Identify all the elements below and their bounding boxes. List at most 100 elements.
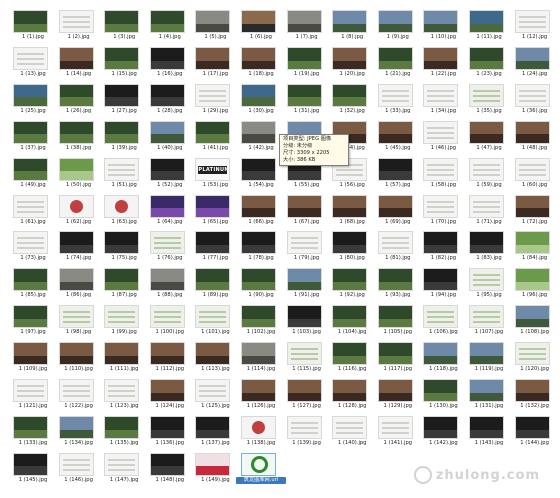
image-file-tile[interactable]: 1 (102).jpg [240, 305, 284, 339]
image-file-tile[interactable]: 1 (132).jpg [514, 379, 558, 413]
image-file-tile[interactable]: 1 (130).jpg [422, 379, 466, 413]
image-file-tile[interactable]: 1 (16).jpg [149, 46, 193, 81]
image-file-tile[interactable]: 1 (135).jpg [103, 415, 147, 450]
image-file-tile[interactable]: 1 (23).jpg [468, 46, 512, 81]
image-file-tile[interactable]: 1 (120).jpg [514, 342, 558, 376]
image-file-tile[interactable]: 1 (28).jpg [149, 83, 193, 118]
image-file-tile[interactable]: 1 (72).jpg [514, 194, 558, 229]
image-file-tile[interactable]: 1 (30).jpg [240, 83, 284, 118]
image-file-tile[interactable]: 1 (8).jpg [331, 10, 375, 44]
image-file-tile[interactable]: 1 (96).jpg [514, 268, 558, 302]
image-file-tile[interactable]: 1 (113).jpg [194, 342, 238, 376]
image-file-tile[interactable]: 1 (58).jpg [422, 157, 466, 192]
image-file-tile[interactable]: 1 (63).jpg [103, 194, 147, 229]
image-file-tile[interactable]: 1 (73).jpg [12, 231, 56, 265]
image-file-tile[interactable]: 1 (147).jpg [103, 452, 147, 487]
image-file-tile[interactable]: 1 (32).jpg [331, 83, 375, 118]
image-file-tile[interactable]: 1 (117).jpg [377, 342, 421, 376]
image-file-tile[interactable]: 1 (12).jpg [514, 10, 558, 44]
image-file-tile[interactable]: 1 (98).jpg [58, 305, 102, 339]
image-file-tile[interactable]: 1 (31).jpg [286, 83, 330, 118]
image-file-tile[interactable]: 1 (109).jpg [12, 342, 56, 376]
image-file-tile[interactable]: 1 (38).jpg [58, 120, 102, 155]
image-file-tile[interactable]: 1 (65).jpg [194, 194, 238, 229]
image-file-tile[interactable]: 1 (86).jpg [58, 268, 102, 302]
image-file-tile[interactable]: 1 (108).jpg [514, 305, 558, 339]
image-file-tile[interactable]: 1 (57).jpg [377, 157, 421, 192]
image-file-tile[interactable]: 1 (127).jpg [286, 379, 330, 413]
image-file-tile[interactable]: 1 (88).jpg [149, 268, 193, 302]
image-file-tile[interactable]: 1 (29).jpg [194, 83, 238, 118]
image-file-tile[interactable]: 1 (75).jpg [103, 231, 147, 265]
image-file-tile[interactable]: 1 (74).jpg [58, 231, 102, 265]
image-file-tile[interactable]: 1 (131).jpg [468, 379, 512, 413]
image-file-tile[interactable]: 1 (4).jpg [149, 10, 193, 44]
image-file-tile[interactable]: 1 (128).jpg [331, 379, 375, 413]
image-file-tile[interactable]: 1 (25).jpg [12, 83, 56, 118]
image-file-tile[interactable]: 1 (49).jpg [12, 157, 56, 192]
image-file-tile[interactable]: 1 (41).jpg [194, 120, 238, 155]
image-file-tile[interactable]: 1 (50).jpg [58, 157, 102, 192]
image-file-tile[interactable]: 1 (47).jpg [468, 120, 512, 155]
image-file-tile[interactable]: 1 (143).jpg [468, 415, 512, 450]
image-file-tile[interactable]: 1 (68).jpg [331, 194, 375, 229]
image-file-tile[interactable]: 1 (110).jpg [58, 342, 102, 376]
image-file-tile[interactable]: 1 (138).jpg [240, 415, 284, 450]
image-file-tile[interactable]: 1 (2).jpg [58, 10, 102, 44]
image-file-tile[interactable]: 1 (67).jpg [286, 194, 330, 229]
image-file-tile[interactable]: 1 (119).jpg [468, 342, 512, 376]
image-file-tile[interactable]: 1 (87).jpg [103, 268, 147, 302]
image-file-tile[interactable]: 1 (62).jpg [58, 194, 102, 229]
image-file-tile[interactable]: 1 (114).jpg [240, 342, 284, 376]
image-file-tile[interactable]: 1 (24).jpg [514, 46, 558, 81]
image-file-tile[interactable]: 1 (139).jpg [286, 415, 330, 450]
image-file-tile[interactable]: 1 (77).jpg [194, 231, 238, 265]
image-file-tile[interactable]: 1 (123).jpg [103, 379, 147, 413]
image-file-tile[interactable]: PLATINUM 1 (53).jpg [194, 157, 238, 192]
image-file-tile[interactable]: 1 (27).jpg [103, 83, 147, 118]
image-file-tile[interactable]: 1 (97).jpg [12, 305, 56, 339]
image-file-tile[interactable]: 1 (78).jpg [240, 231, 284, 265]
image-file-tile[interactable]: 1 (99).jpg [103, 305, 147, 339]
image-file-tile[interactable]: 1 (144).jpg [514, 415, 558, 450]
image-file-tile[interactable]: 1 (45).jpg [377, 120, 421, 155]
image-file-tile[interactable]: 1 (59).jpg [468, 157, 512, 192]
image-file-tile[interactable]: 1 (137).jpg [194, 415, 238, 450]
image-file-tile[interactable]: 1 (90).jpg [240, 268, 284, 302]
image-file-tile[interactable]: 1 (13).jpg [12, 46, 56, 81]
image-file-tile[interactable]: 1 (91).jpg [286, 268, 330, 302]
image-file-tile[interactable]: 1 (3).jpg [103, 10, 147, 44]
image-file-tile[interactable]: 1 (9).jpg [377, 10, 421, 44]
image-file-tile[interactable]: 1 (64).jpg [149, 194, 193, 229]
image-file-tile[interactable]: 1 (134).jpg [58, 415, 102, 450]
image-file-tile[interactable]: 1 (116).jpg [331, 342, 375, 376]
image-file-tile[interactable]: 1 (76).jpg [149, 231, 193, 265]
image-file-tile[interactable]: 1 (7).jpg [286, 10, 330, 44]
image-file-tile[interactable]: 1 (89).jpg [194, 268, 238, 302]
image-file-tile[interactable]: 1 (122).jpg [58, 379, 102, 413]
url-shortcut-file[interactable]: 筑龙图库网.url [236, 452, 286, 487]
image-file-tile[interactable]: 1 (6).jpg [240, 10, 284, 44]
image-file-tile[interactable]: 1 (19).jpg [286, 46, 330, 81]
image-file-tile[interactable]: 1 (80).jpg [331, 231, 375, 265]
image-file-tile[interactable]: 1 (103).jpg [286, 305, 330, 339]
image-file-tile[interactable]: 1 (18).jpg [240, 46, 284, 81]
image-file-tile[interactable]: 1 (100).jpg [149, 305, 193, 339]
image-file-tile[interactable]: 1 (11).jpg [468, 10, 512, 44]
image-file-tile[interactable]: 1 (33).jpg [377, 83, 421, 118]
image-file-tile[interactable]: 1 (71).jpg [468, 194, 512, 229]
image-file-tile[interactable]: 1 (52).jpg [149, 157, 193, 192]
image-file-tile[interactable]: 1 (51).jpg [103, 157, 147, 192]
image-file-tile[interactable]: 1 (42).jpg [240, 120, 284, 155]
image-file-tile[interactable]: 1 (60).jpg [514, 157, 558, 192]
image-file-tile[interactable]: 1 (66).jpg [240, 194, 284, 229]
image-file-tile[interactable]: 1 (83).jpg [468, 231, 512, 265]
image-file-tile[interactable]: 1 (115).jpg [286, 342, 330, 376]
image-file-tile[interactable]: 1 (10).jpg [422, 10, 466, 44]
image-file-tile[interactable]: 1 (142).jpg [422, 415, 466, 450]
image-file-tile[interactable]: 1 (101).jpg [194, 305, 238, 339]
image-file-tile[interactable]: 1 (126).jpg [240, 379, 284, 413]
image-file-tile[interactable]: 1 (22).jpg [422, 46, 466, 81]
image-file-tile[interactable]: 1 (40).jpg [149, 120, 193, 155]
image-file-tile[interactable]: 1 (148).jpg [149, 452, 193, 487]
